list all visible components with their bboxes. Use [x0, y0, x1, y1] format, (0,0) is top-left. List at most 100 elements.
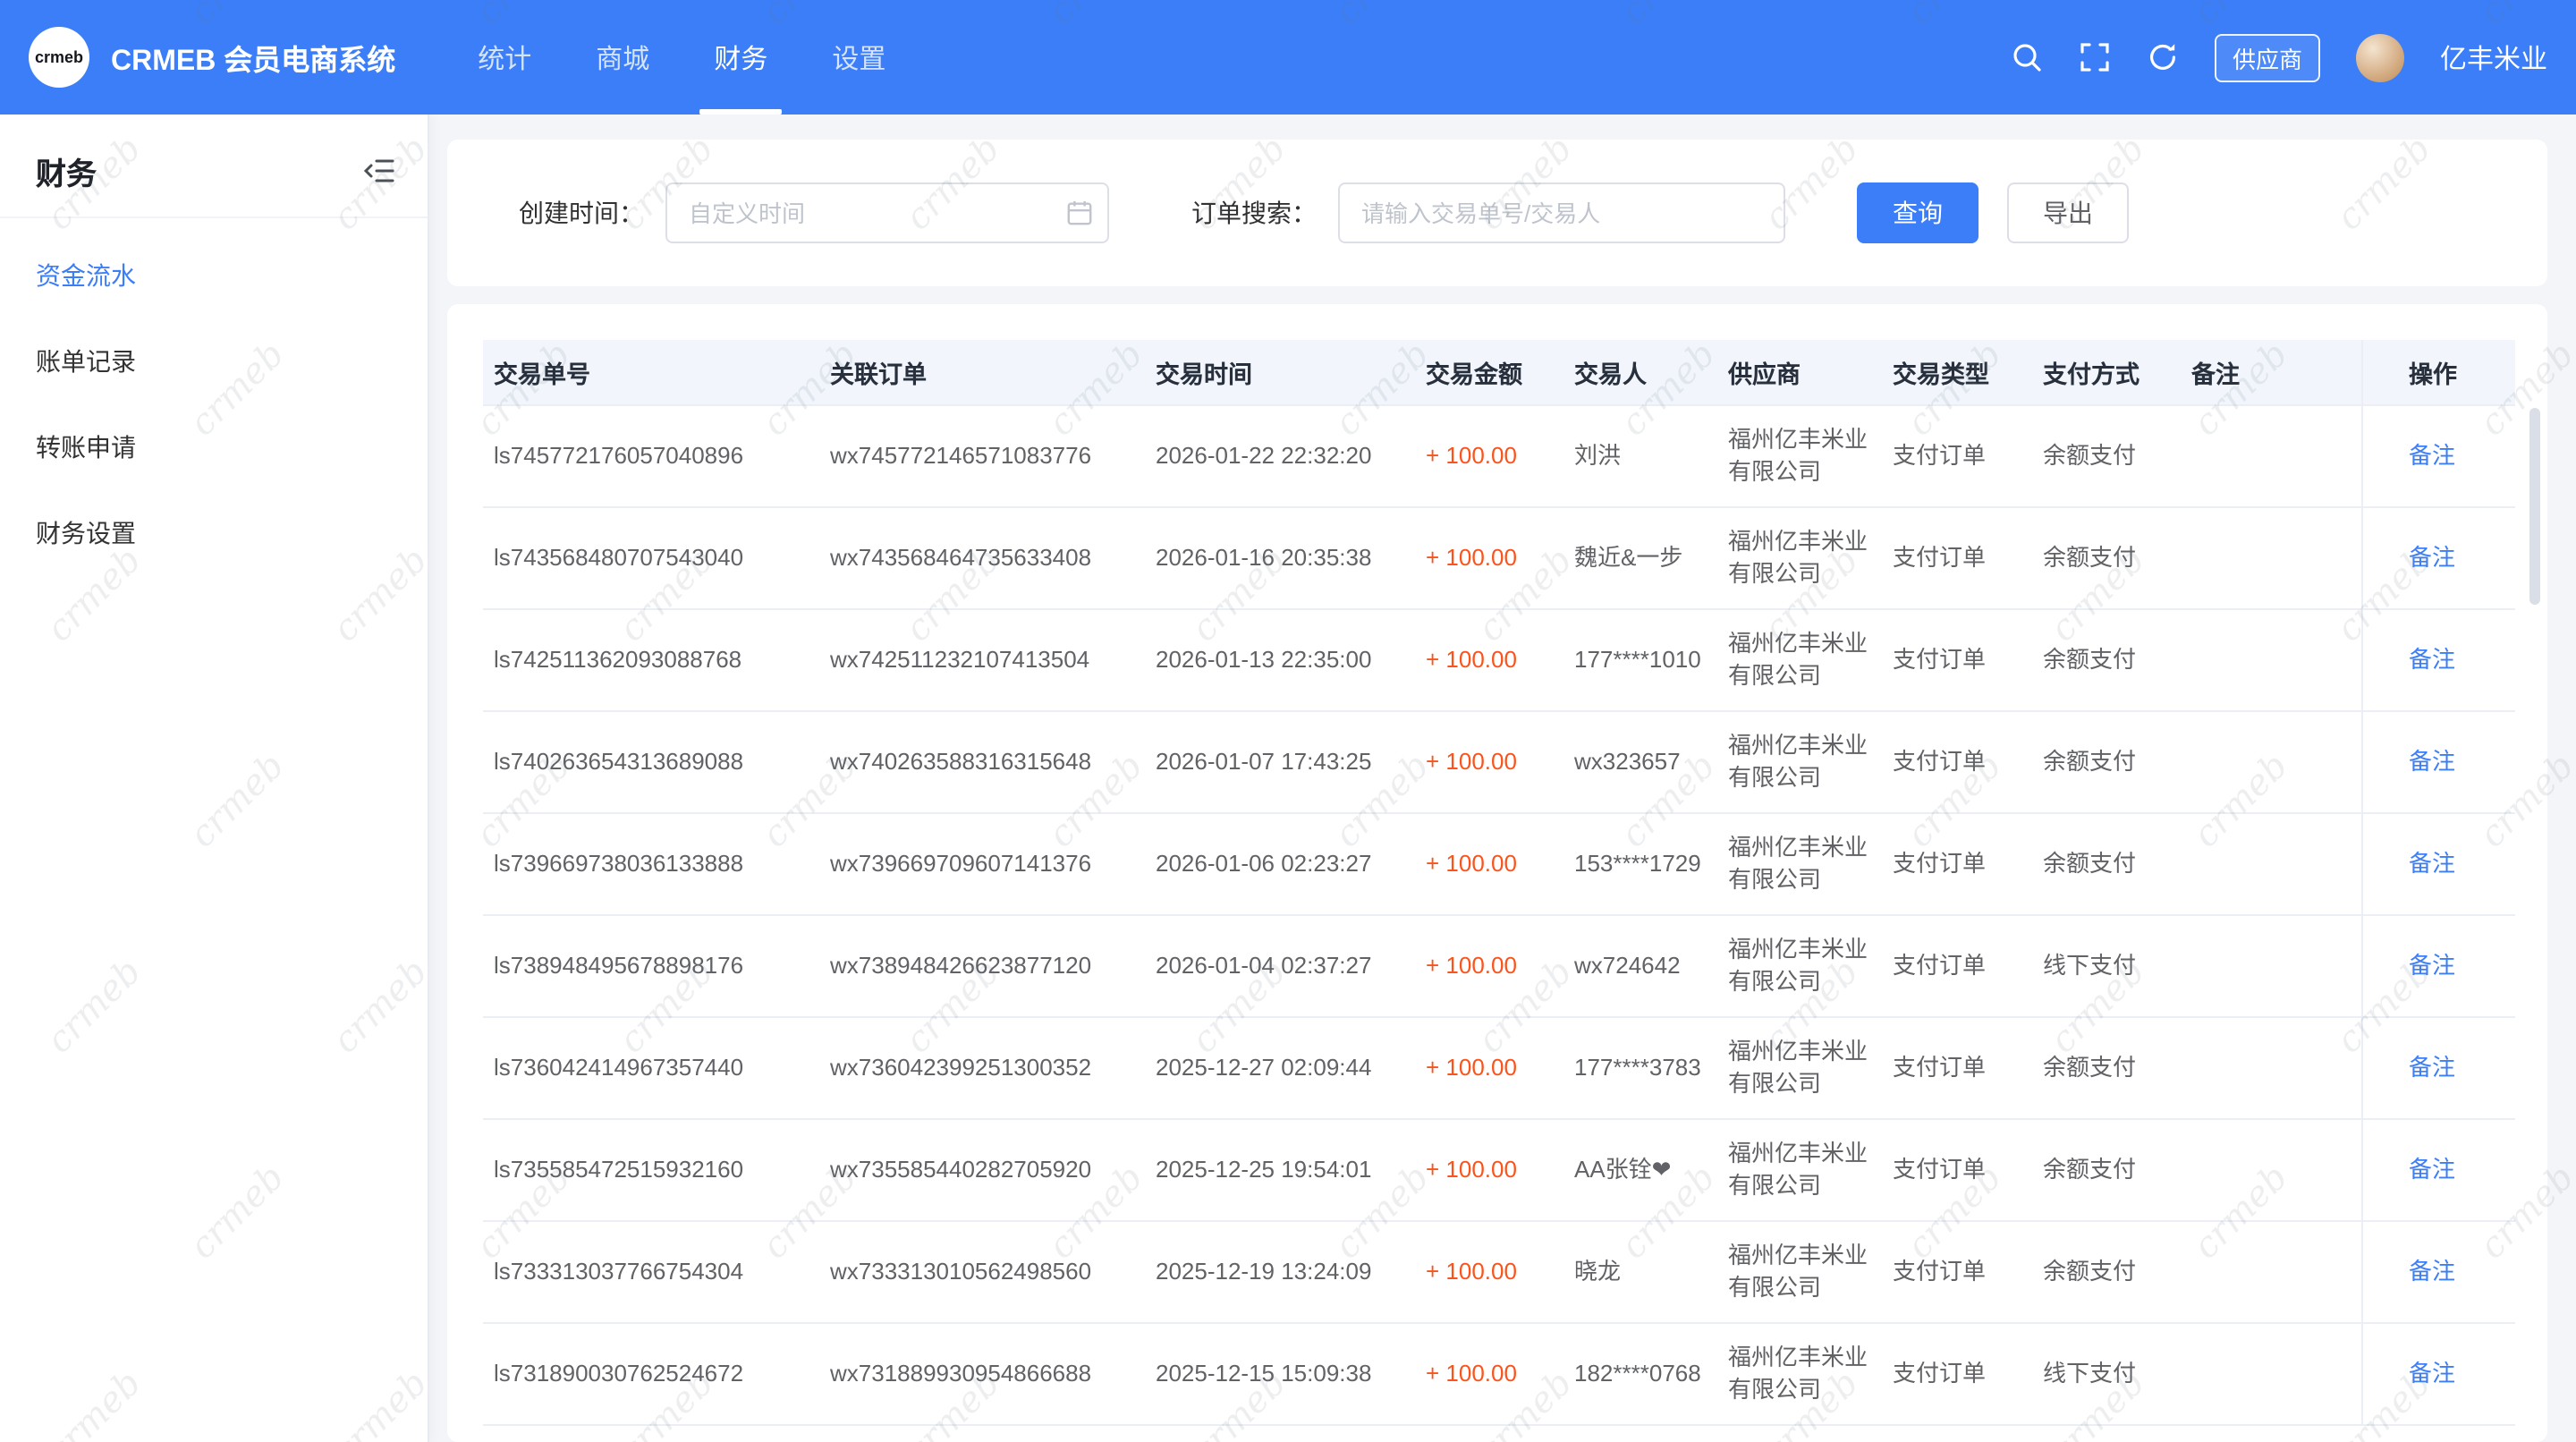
cell-time: 2026-01-16 20:35:38 [1145, 506, 1415, 608]
sidebar-item-capital-flow[interactable]: 资金流水 [0, 233, 428, 318]
remark-action-link[interactable]: 备注 [2409, 645, 2455, 672]
cell-type: 支付订单 [1882, 1118, 2032, 1220]
fullscreen-icon[interactable] [2079, 41, 2111, 73]
column-header-2: 关联订单 [819, 340, 1145, 404]
transactions-table: 交易单号关联订单交易时间交易金额交易人供应商交易类型支付方式备注操作 ls745… [483, 340, 2515, 1425]
column-header-4: 交易金额 [1415, 340, 1563, 404]
create-time-label: 创建时间： [519, 195, 644, 231]
cell-time: 2026-01-13 22:35:00 [1145, 608, 1415, 710]
cell-amount: + 100.00 [1415, 1016, 1563, 1118]
cell-action: 备注 [2361, 812, 2515, 914]
nav-item-settings[interactable]: 设置 [800, 0, 918, 115]
cell-trade_no: ls733313037766754304 [483, 1220, 819, 1322]
supplier-badge[interactable]: 供应商 [2215, 33, 2320, 81]
export-button[interactable]: 导出 [2007, 182, 2129, 243]
cell-supplier: 福州亿丰米业有限公司 [1717, 608, 1882, 710]
date-input[interactable] [665, 182, 1109, 243]
cell-trade_no: ls742511362093088768 [483, 608, 819, 710]
cell-trader: 晓龙 [1563, 1220, 1717, 1322]
cell-trader: 182****0768 [1563, 1322, 1717, 1424]
order-search-input[interactable] [1338, 182, 1785, 243]
cell-order_no: wx733313010562498560 [819, 1220, 1145, 1322]
cell-type: 支付订单 [1882, 710, 2032, 812]
filter-card: 创建时间： 订单搜索： 查询 导出 [447, 140, 2547, 286]
column-header-9: 备注 [2181, 340, 2361, 404]
cell-action: 备注 [2361, 1322, 2515, 1424]
nav-item-mall[interactable]: 商城 [564, 0, 682, 115]
column-header-8: 支付方式 [2032, 340, 2181, 404]
remark-action-link[interactable]: 备注 [2409, 1155, 2455, 1182]
table-row: ls733313037766754304wx733313010562498560… [483, 1220, 2515, 1322]
date-range-picker[interactable] [665, 182, 1109, 243]
cell-pay: 线下支付 [2032, 1322, 2181, 1424]
table-row: ls740263654313689088wx740263588316315648… [483, 710, 2515, 812]
remark-action-link[interactable]: 备注 [2409, 849, 2455, 876]
cell-trader: AA张铨❤ [1563, 1118, 1717, 1220]
cell-trade_no: ls743568480707543040 [483, 506, 819, 608]
cell-trade_no: ls738948495678898176 [483, 914, 819, 1016]
cell-trader: 魏近&一步 [1563, 506, 1717, 608]
app-title: CRMEB 会员电商系统 [111, 36, 395, 79]
cell-pay: 余额支付 [2032, 1118, 2181, 1220]
cell-time: 2026-01-04 02:37:27 [1145, 914, 1415, 1016]
cell-order_no: wx740263588316315648 [819, 710, 1145, 812]
remark-action-link[interactable]: 备注 [2409, 951, 2455, 978]
cell-pay: 线下支付 [2032, 914, 2181, 1016]
cell-action: 备注 [2361, 1016, 2515, 1118]
cell-trader: 刘洪 [1563, 404, 1717, 506]
user-avatar[interactable] [2356, 33, 2404, 81]
remark-action-link[interactable]: 备注 [2409, 747, 2455, 774]
cell-time: 2025-12-19 13:24:09 [1145, 1220, 1415, 1322]
column-header-6: 供应商 [1717, 340, 1882, 404]
cell-order_no: wx739669709607141376 [819, 812, 1145, 914]
sidebar-item-finance-settings[interactable]: 财务设置 [0, 490, 428, 576]
cell-remark [2181, 1322, 2361, 1424]
cell-action: 备注 [2361, 608, 2515, 710]
cell-remark [2181, 812, 2361, 914]
column-header-3: 交易时间 [1145, 340, 1415, 404]
sidebar-title: 财务 [36, 148, 97, 193]
cell-remark [2181, 710, 2361, 812]
cell-amount: + 100.00 [1415, 608, 1563, 710]
remark-action-link[interactable]: 备注 [2409, 1359, 2455, 1386]
remark-action-link[interactable]: 备注 [2409, 543, 2455, 570]
sidebar-item-transfer-request[interactable]: 转账申请 [0, 404, 428, 490]
cell-supplier: 福州亿丰米业有限公司 [1717, 710, 1882, 812]
cell-amount: + 100.00 [1415, 1220, 1563, 1322]
refresh-icon[interactable] [2147, 41, 2179, 73]
scrollbar-thumb[interactable] [2529, 408, 2540, 605]
cell-pay: 余额支付 [2032, 404, 2181, 506]
sidebar-item-bill-records[interactable]: 账单记录 [0, 318, 428, 404]
cell-time: 2025-12-25 19:54:01 [1145, 1118, 1415, 1220]
cell-remark [2181, 506, 2361, 608]
cell-type: 支付订单 [1882, 1322, 2032, 1424]
user-name[interactable]: 亿丰米业 [2440, 38, 2547, 76]
table-row: ls731890030762524672wx731889930954866688… [483, 1322, 2515, 1424]
remark-action-link[interactable]: 备注 [2409, 1053, 2455, 1080]
table-header-row: 交易单号关联订单交易时间交易金额交易人供应商交易类型支付方式备注操作 [483, 340, 2515, 404]
cell-amount: + 100.00 [1415, 710, 1563, 812]
cell-pay: 余额支付 [2032, 710, 2181, 812]
cell-action: 备注 [2361, 1118, 2515, 1220]
cell-amount: + 100.00 [1415, 1322, 1563, 1424]
table-scrollbar[interactable] [2529, 408, 2540, 1442]
collapse-menu-icon[interactable] [363, 157, 395, 184]
cell-order_no: wx735585440282705920 [819, 1118, 1145, 1220]
cell-supplier: 福州亿丰米业有限公司 [1717, 404, 1882, 506]
cell-trade_no: ls735585472515932160 [483, 1118, 819, 1220]
cell-remark [2181, 1118, 2361, 1220]
cell-supplier: 福州亿丰米业有限公司 [1717, 914, 1882, 1016]
nav-item-statistics[interactable]: 统计 [445, 0, 564, 115]
main-content: 创建时间： 订单搜索： 查询 导出 [429, 115, 2576, 1442]
cell-action: 备注 [2361, 404, 2515, 506]
cell-time: 2025-12-15 15:09:38 [1145, 1322, 1415, 1424]
top-navbar: crmeb CRMEB 会员电商系统 统计 商城 财务 设置 供应商 亿丰米业 [0, 0, 2576, 115]
remark-action-link[interactable]: 备注 [2409, 441, 2455, 468]
query-button[interactable]: 查询 [1857, 182, 1979, 243]
crmeb-logo: crmeb [29, 27, 89, 88]
search-icon[interactable] [2011, 41, 2043, 73]
remark-action-link[interactable]: 备注 [2409, 1257, 2455, 1284]
nav-item-finance[interactable]: 财务 [682, 0, 800, 115]
cell-trader: 177****1010 [1563, 608, 1717, 710]
cell-remark [2181, 608, 2361, 710]
